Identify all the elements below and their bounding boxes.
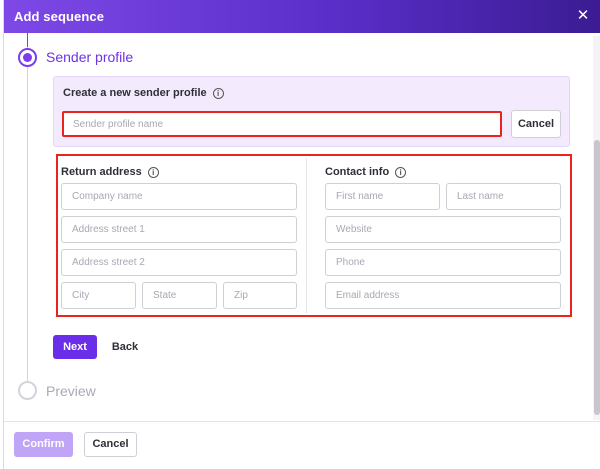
email-address-input[interactable]	[325, 282, 561, 309]
step-label-sender-profile: Sender profile	[46, 49, 134, 65]
step-indicator-sender-profile	[18, 48, 37, 67]
info-icon[interactable]: i	[395, 166, 407, 178]
info-icon[interactable]: i	[212, 87, 224, 99]
cancel-new-profile-button[interactable]: Cancel	[511, 110, 561, 138]
company-name-input[interactable]	[61, 183, 297, 210]
info-icon[interactable]: i	[147, 166, 159, 178]
sender-profile-name-input[interactable]	[62, 111, 502, 137]
confirm-button[interactable]: Confirm	[14, 432, 73, 457]
first-name-input[interactable]	[325, 183, 440, 210]
phone-input[interactable]	[325, 249, 561, 276]
stepper-rail	[27, 33, 28, 383]
city-input[interactable]	[61, 282, 136, 309]
website-input[interactable]	[325, 216, 561, 243]
return-address-heading: Return address i	[61, 166, 159, 178]
close-icon[interactable]: ✕	[574, 7, 592, 25]
next-button[interactable]: Next	[53, 335, 97, 359]
return-address-title: Return address	[61, 166, 142, 178]
cancel-button[interactable]: Cancel	[84, 432, 137, 457]
address-street-1-input[interactable]	[61, 216, 297, 243]
step-label-preview: Preview	[46, 383, 96, 399]
back-button[interactable]: Back	[107, 335, 143, 359]
zip-input[interactable]	[223, 282, 297, 309]
new-sender-profile-heading: Create a new sender profile i	[63, 87, 224, 99]
section-divider	[306, 158, 307, 313]
step-indicator-preview	[18, 381, 37, 400]
add-sequence-modal: Add sequence ✕ Sender profile Create a n…	[3, 0, 600, 469]
modal-title: Add sequence	[14, 9, 105, 24]
contact-info-title: Contact info	[325, 166, 390, 178]
modal-header: Add sequence ✕	[4, 0, 600, 33]
contact-info-heading: Contact info i	[325, 166, 407, 178]
stepper-rail-active	[27, 33, 28, 47]
footer-divider	[4, 421, 600, 422]
scrollbar-thumb[interactable]	[594, 140, 600, 415]
new-sender-profile-panel: Create a new sender profile i Cancel	[53, 76, 570, 147]
address-street-2-input[interactable]	[61, 249, 297, 276]
new-sender-profile-title: Create a new sender profile	[63, 87, 207, 99]
state-input[interactable]	[142, 282, 217, 309]
last-name-input[interactable]	[446, 183, 561, 210]
